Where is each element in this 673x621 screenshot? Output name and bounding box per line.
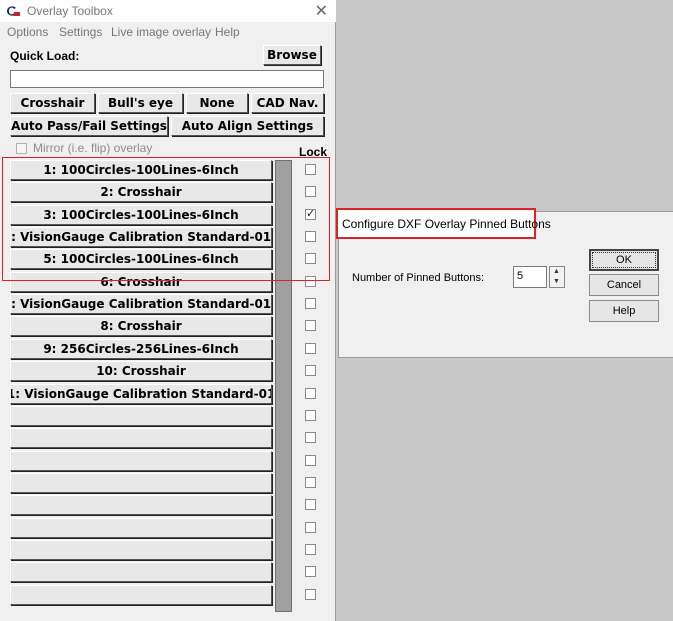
overlay-slot-button[interactable]: 8: Crosshair (10, 316, 272, 336)
cancel-button[interactable]: Cancel (589, 274, 659, 296)
pinned-buttons-highlight (2, 157, 330, 281)
mirror-checkbox[interactable] (16, 143, 27, 154)
pinned-count-input[interactable]: 5 (513, 266, 547, 288)
crosshair-preset-button[interactable]: Crosshair (10, 93, 95, 113)
lock-checkbox[interactable] (305, 499, 316, 510)
window-title: Overlay Toolbox (27, 4, 113, 18)
browse-button[interactable]: Browse (263, 45, 321, 65)
menu-live-image-overlay[interactable]: Live image overlay (111, 25, 211, 39)
overlay-slot-button[interactable]: 7: VisionGauge Calibration Standard-01a (10, 294, 272, 314)
cad-nav-button[interactable]: CAD Nav. (251, 93, 324, 113)
lock-checkbox[interactable] (305, 343, 316, 354)
overlay-slot-button[interactable]: 10: Crosshair (10, 361, 272, 381)
lock-checkbox[interactable] (305, 589, 316, 600)
auto-align-settings-button[interactable]: Auto Align Settings (171, 116, 324, 136)
overlay-slot-button[interactable] (10, 518, 272, 538)
lock-checkbox[interactable] (305, 477, 316, 488)
quick-load-label: Quick Load: (10, 49, 80, 63)
overlay-slot-button[interactable] (10, 585, 272, 605)
spin-up-icon[interactable]: ▲ (553, 268, 560, 275)
lock-checkbox[interactable] (305, 320, 316, 331)
bulls-eye-preset-button[interactable]: Bull's eye (98, 93, 183, 113)
lock-checkbox[interactable] (305, 522, 316, 533)
quick-load-input[interactable] (10, 70, 324, 88)
overlay-slot-button[interactable]: 11: VisionGauge Calibration Standard-01a (10, 384, 272, 404)
menu-bar: Options Settings Live image overlay Help (0, 23, 336, 41)
title-bar: Overlay Toolbox ✕ (0, 0, 336, 22)
pinned-count-spinner[interactable]: ▲ ▼ (549, 266, 565, 288)
spin-down-icon[interactable]: ▼ (553, 278, 560, 285)
app-icon (7, 6, 20, 16)
help-button[interactable]: Help (589, 300, 659, 322)
lock-checkbox[interactable] (305, 566, 316, 577)
overlay-slot-button[interactable] (10, 428, 272, 448)
menu-options[interactable]: Options (7, 25, 48, 39)
lock-checkbox[interactable] (305, 388, 316, 399)
lock-checkbox[interactable] (305, 410, 316, 421)
overlay-slot-button[interactable] (10, 451, 272, 471)
dialog-title: Configure DXF Overlay Pinned Buttons (342, 217, 551, 231)
overlay-slot-button[interactable] (10, 495, 272, 515)
menu-help[interactable]: Help (215, 25, 240, 39)
ok-button[interactable]: OK (589, 249, 659, 271)
lock-checkbox[interactable] (305, 544, 316, 555)
close-icon[interactable]: ✕ (315, 1, 328, 21)
lock-checkbox[interactable] (305, 298, 316, 309)
menu-settings[interactable]: Settings (59, 25, 102, 39)
overlay-slot-button[interactable] (10, 473, 272, 493)
overlay-slot-button[interactable]: 9: 256Circles-256Lines-6Inch (10, 339, 272, 359)
overlay-toolbox-window: Overlay Toolbox ✕ Options Settings Live … (0, 0, 336, 621)
overlay-slot-button[interactable] (10, 540, 272, 560)
mirror-label: Mirror (i.e. flip) overlay (33, 141, 153, 155)
lock-checkbox[interactable] (305, 455, 316, 466)
none-preset-button[interactable]: None (186, 93, 248, 113)
overlay-slot-button[interactable] (10, 406, 272, 426)
lock-checkbox[interactable] (305, 365, 316, 376)
auto-pass-fail-settings-button[interactable]: Auto Pass/Fail Settings (10, 116, 168, 136)
pinned-count-label: Number of Pinned Buttons: (352, 272, 485, 284)
overlay-slot-button[interactable] (10, 562, 272, 582)
lock-checkbox[interactable] (305, 432, 316, 443)
